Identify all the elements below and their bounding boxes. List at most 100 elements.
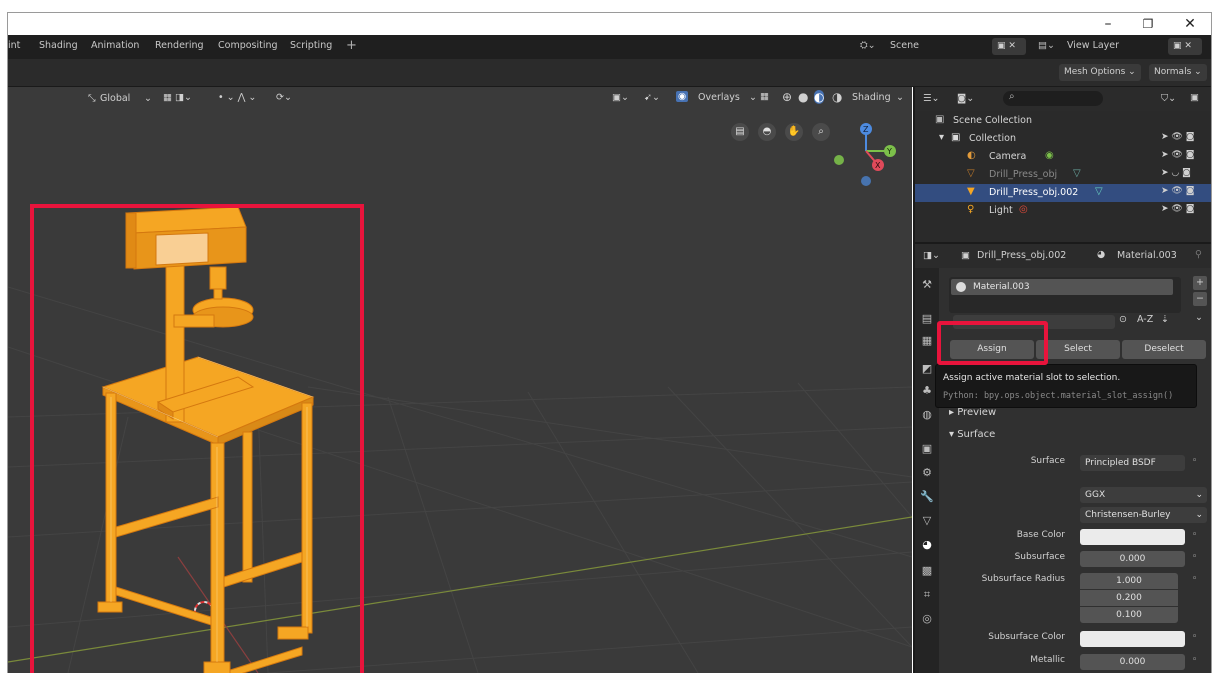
- base-color-swatch[interactable]: [1080, 529, 1185, 545]
- xray-toggle-icon[interactable]: ▦: [760, 91, 769, 102]
- visibility-icon[interactable]: ➤ 👁 ◙: [1161, 150, 1194, 160]
- scene-browse-icon[interactable]: ▣ ✕: [992, 38, 1026, 55]
- scene-tab-icon[interactable]: ♣: [920, 384, 934, 398]
- sort-alpha-icon[interactable]: A-Z: [1137, 314, 1153, 325]
- outliner-row-drill-press[interactable]: ▽ Drill_Press_obj ▽ ➤ ◡ ◙: [915, 166, 1211, 184]
- socket-icon[interactable]: ◦: [1192, 552, 1197, 562]
- minimize-button[interactable]: –: [1088, 13, 1128, 35]
- maximize-button[interactable]: ❐: [1128, 13, 1168, 35]
- add-workspace-button[interactable]: +: [346, 38, 357, 53]
- pivot-icon[interactable]: ⟳⌄: [276, 92, 292, 103]
- chevron-down-icon[interactable]: ⌄: [144, 93, 152, 104]
- tool-tab-icon[interactable]: ⚒: [920, 278, 934, 292]
- preview-panel-header[interactable]: ▸ Preview: [949, 407, 996, 418]
- overlays-dropdown[interactable]: Overlays: [698, 92, 740, 103]
- wireframe-shading-icon[interactable]: ⊕: [782, 90, 792, 104]
- filter-icon[interactable]: ⛉⌄: [1161, 93, 1176, 104]
- sort-reverse-icon[interactable]: ⇣: [1161, 314, 1169, 325]
- camera-view-icon[interactable]: ◓: [758, 123, 776, 141]
- radius-z-field[interactable]: 0.100: [1080, 607, 1178, 623]
- subsurface-field[interactable]: 0.000: [1080, 551, 1185, 567]
- radius-x-field[interactable]: 1.000: [1080, 573, 1178, 589]
- specials-chevron-icon[interactable]: ⌄: [1195, 312, 1203, 323]
- view-layer-name[interactable]: View Layer: [1067, 40, 1119, 51]
- visibility-icon[interactable]: ➤ 👁 ◙: [1161, 204, 1194, 214]
- zoom-icon[interactable]: ⌕: [812, 123, 830, 141]
- object-tab-icon[interactable]: ▣: [920, 442, 934, 456]
- rendered-shading-icon[interactable]: ◑: [832, 90, 842, 104]
- world-tab-icon[interactable]: ◍: [920, 408, 934, 422]
- new-collection-icon[interactable]: ▣: [1190, 92, 1199, 103]
- subsurface-color-swatch[interactable]: [1080, 631, 1185, 647]
- pin-icon[interactable]: ⚲: [1195, 249, 1202, 260]
- add-slot-button[interactable]: +: [1193, 276, 1207, 290]
- transform-orientation-icon[interactable]: ⤡: [88, 93, 96, 104]
- solid-shading-icon[interactable]: ●: [798, 90, 808, 104]
- socket-icon[interactable]: ◦: [1192, 456, 1197, 466]
- snap-icon[interactable]: ▦ ◨⌄: [163, 92, 192, 103]
- distribution-dropdown[interactable]: GGX ⌄: [1080, 487, 1207, 503]
- shading-dropdown[interactable]: Shading: [852, 92, 891, 103]
- close-button[interactable]: ✕: [1170, 13, 1210, 35]
- material-preview-icon[interactable]: ◐: [814, 90, 825, 104]
- tab-layout[interactable]: int: [8, 40, 20, 51]
- select-button[interactable]: Select: [1036, 340, 1120, 359]
- physics-tab-icon[interactable]: ⌗: [920, 588, 934, 602]
- data-tab-icon[interactable]: ▽: [920, 514, 934, 528]
- filter-options-icon[interactable]: ⊙: [1119, 314, 1127, 325]
- expand-arrow-icon[interactable]: ▾: [939, 132, 944, 143]
- texture-tab-icon[interactable]: ▩: [920, 564, 934, 578]
- view-layer-icon[interactable]: ▤⌄: [1038, 40, 1055, 51]
- view-layer-browse-icon[interactable]: ▣ ✕: [1168, 38, 1202, 55]
- chevron-down-icon[interactable]: ⌄: [896, 92, 904, 103]
- output-tab-icon[interactable]: ▦: [920, 334, 934, 348]
- navigation-gizmo[interactable]: Z Y X: [833, 119, 903, 194]
- tab-animation[interactable]: Animation: [91, 40, 139, 51]
- radius-y-field[interactable]: 0.200: [1080, 590, 1178, 606]
- scene-name[interactable]: Scene: [890, 40, 919, 51]
- tab-scripting[interactable]: Scripting: [290, 40, 332, 51]
- outliner-search-input[interactable]: ⌕: [1003, 91, 1103, 106]
- scene-icon[interactable]: ⛭⌄: [860, 40, 876, 51]
- material-tab-icon[interactable]: ◕: [920, 538, 934, 552]
- toggle-camera-icon[interactable]: ▤: [731, 123, 749, 141]
- socket-icon[interactable]: ◦: [1192, 655, 1197, 665]
- gizmo-toggle-icon[interactable]: ➹⌄: [644, 92, 660, 103]
- properties-editor-icon[interactable]: ◨⌄: [923, 250, 940, 261]
- outliner-row-collection[interactable]: ▾ ▣ Collection ➤ 👁 ◙: [915, 130, 1211, 148]
- selectable-arrow-icon[interactable]: ➤ 👁 ◙: [1161, 132, 1194, 142]
- proportional-edit-icon[interactable]: • ⌄ ⋀ ⌄: [218, 92, 256, 103]
- mesh-options-dropdown[interactable]: Mesh Options ⌄: [1059, 64, 1141, 81]
- editor-type-icon[interactable]: ☰⌄: [923, 93, 939, 104]
- tab-shading[interactable]: Shading: [39, 40, 78, 51]
- tab-rendering[interactable]: Rendering: [155, 40, 204, 51]
- metallic-field[interactable]: 0.000: [1080, 654, 1185, 670]
- view-layer-tab-icon[interactable]: ◩: [920, 362, 934, 376]
- remove-slot-button[interactable]: −: [1193, 292, 1207, 306]
- socket-icon[interactable]: ◦: [1192, 530, 1197, 540]
- render-tab-icon[interactable]: ▤: [920, 312, 934, 326]
- wrench-tab-icon[interactable]: 🔧: [920, 490, 934, 504]
- transform-orientation-dropdown[interactable]: Global: [100, 93, 130, 104]
- surface-shader-field[interactable]: Principled BSDF: [1080, 455, 1185, 471]
- 3d-viewport[interactable]: ⤡ Global ⌄ ▦ ◨⌄ • ⌄ ⋀ ⌄ ⟳⌄ ▣⌄ ➹⌄ ◉ Overl…: [8, 87, 912, 673]
- outliner-row-scene-collection[interactable]: ▣ Scene Collection: [915, 112, 1211, 130]
- display-mode-icon[interactable]: ◙⌄: [957, 93, 974, 104]
- material-slot-list[interactable]: Material.003: [949, 277, 1181, 313]
- socket-icon[interactable]: ◦: [1192, 574, 1197, 584]
- socket-icon[interactable]: ◦: [1192, 632, 1197, 642]
- normals-dropdown[interactable]: Normals ⌄: [1149, 64, 1207, 81]
- chevron-down-icon[interactable]: ⌄: [749, 92, 757, 103]
- hidden-eye-icon[interactable]: ➤ ◡ ◙: [1161, 168, 1191, 178]
- constraints-tab-icon[interactable]: ◎: [920, 612, 934, 626]
- modifiers-tab-icon[interactable]: ⚙: [920, 466, 934, 480]
- overlays-icon[interactable]: ◉: [676, 91, 689, 102]
- visibility-icon[interactable]: ➤ 👁 ◙: [1161, 186, 1194, 196]
- outliner-row-light[interactable]: ♀ Light ◎ ➤ 👁 ◙: [915, 202, 1211, 220]
- deselect-button[interactable]: Deselect: [1122, 340, 1206, 359]
- outliner-row-drill-press-002[interactable]: ▼ Drill_Press_obj.002 ▽ ➤ 👁 ◙: [915, 184, 1211, 202]
- outliner-row-camera[interactable]: ◐ Camera ◉ ➤ 👁 ◙: [915, 148, 1211, 166]
- view-object-types-icon[interactable]: ▣⌄: [612, 92, 629, 103]
- pan-hand-icon[interactable]: ✋: [785, 123, 803, 141]
- subsurface-method-dropdown[interactable]: Christensen-Burley ⌄: [1080, 507, 1207, 523]
